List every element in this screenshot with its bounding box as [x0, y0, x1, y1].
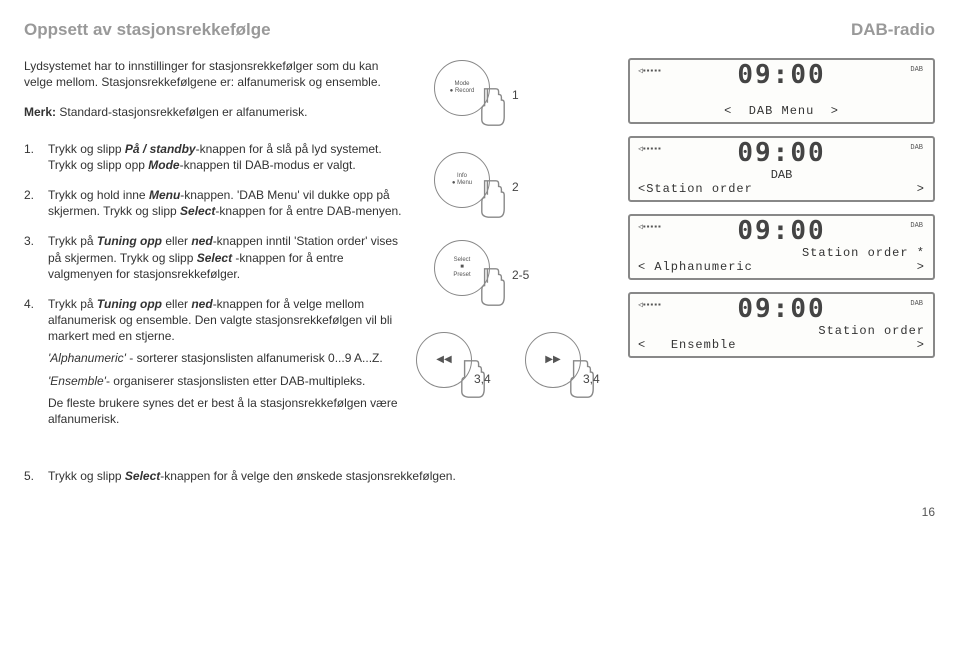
note-label: Merk:: [24, 105, 56, 119]
note: Merk: Standard-stasjonsrekkefølgen er al…: [24, 104, 404, 120]
step-5: 5. Trykk og slipp Select-knappen for å v…: [24, 469, 935, 483]
page-title-left: Oppsett av stasjonsrekkefølge: [24, 20, 271, 40]
hand-icon: [476, 266, 510, 308]
lcd-display-4: ◁▪▪▪▪▪ 09:00 DAB Station order < Ensembl…: [628, 292, 935, 358]
step-4: 4. Trykk på Tuning opp eller ned-knappen…: [24, 296, 404, 427]
lcd-display-3: ◁▪▪▪▪▪ 09:00 DAB Station order * < Alpha…: [628, 214, 935, 280]
button-diagram-tuning: ◀◀ 3,4 ▶▶ 3,4: [416, 330, 616, 414]
step-tag: 3,4: [583, 372, 600, 386]
page-title-right: DAB-radio: [851, 20, 935, 40]
button-diagram-mode: Mode● Record 1: [416, 58, 616, 136]
step-2: 2. Trykk og hold inne Menu-knappen. 'DAB…: [24, 187, 404, 219]
button-diagram-info: Info● Menu 2: [416, 150, 616, 228]
text-column: Lydsystemet har to innstillinger for sta…: [24, 58, 404, 441]
step-3: 3. Trykk på Tuning opp eller ned-knappen…: [24, 233, 404, 282]
lcd-display-2: ◁▪▪▪▪▪ 09:00 DAB DAB <Station order >: [628, 136, 935, 202]
step-1: 1. Trykk og slipp På / standby-knappen f…: [24, 141, 404, 173]
hand-icon: [476, 178, 510, 220]
step-tag: 2: [512, 180, 519, 194]
step-tag: 3,4: [474, 372, 491, 386]
diagram-column: Mode● Record 1 Info● Menu 2 Select■Prese…: [416, 58, 616, 441]
note-text: Standard-stasjonsrekkefølgen er alfanume…: [56, 105, 307, 119]
button-diagram-select: Select■Preset 2-5: [416, 238, 616, 316]
lcd-column: ◁▪▪▪▪▪ 09:00 DAB < DAB Menu > ◁▪▪▪▪▪ 09:…: [628, 58, 935, 441]
hand-icon: [476, 86, 510, 128]
lcd-display-1: ◁▪▪▪▪▪ 09:00 DAB < DAB Menu >: [628, 58, 935, 124]
intro-text: Lydsystemet har to innstillinger for sta…: [24, 58, 404, 90]
step-tag: 1: [512, 88, 519, 102]
step-tag: 2-5: [512, 268, 529, 282]
page-number: 16: [24, 505, 935, 519]
